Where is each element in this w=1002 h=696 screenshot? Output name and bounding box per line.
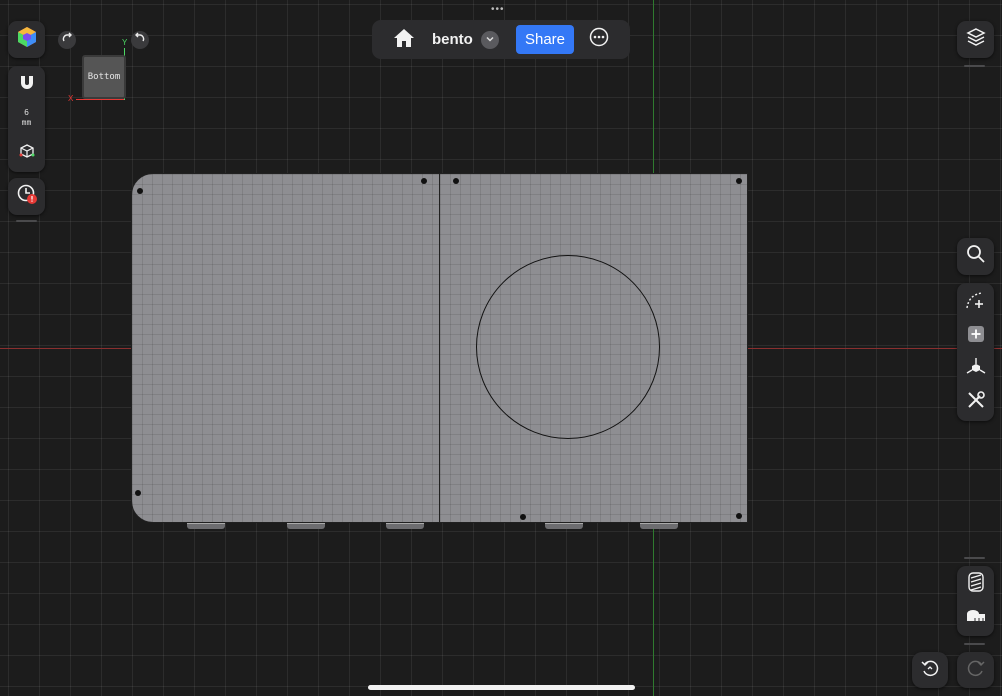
tools-button[interactable] (957, 386, 994, 418)
snap-value[interactable]: 6 (8, 108, 45, 118)
drag-handle-dots[interactable]: ••• (491, 4, 505, 15)
screw-hole (736, 513, 742, 519)
screw-hole (421, 178, 427, 184)
redo-button[interactable] (957, 652, 994, 688)
snap-toolbar: 6 mm (8, 66, 45, 172)
sketch-curve-icon (965, 290, 987, 315)
screw-hole (135, 490, 141, 496)
history-button[interactable] (8, 178, 45, 215)
snap-cube-button[interactable] (8, 140, 45, 166)
modeling-toolbar (957, 283, 994, 421)
add-primitive-button[interactable] (957, 320, 994, 352)
undo-button[interactable] (912, 652, 948, 688)
home-icon (393, 28, 415, 53)
viewcube-x-axis (76, 99, 124, 100)
history-clock-icon (16, 183, 38, 210)
toolbar-divider (964, 557, 985, 559)
chevron-down-icon (485, 31, 495, 49)
viewcube-face-label: Bottom (87, 72, 121, 82)
measure-tape-icon (965, 608, 987, 629)
more-options-button[interactable] (589, 27, 609, 52)
document-dropdown-button[interactable] (481, 31, 499, 49)
undo-icon (920, 658, 940, 683)
circle-cutout[interactable] (476, 255, 660, 439)
texture-icon (967, 571, 985, 597)
screw-hole (137, 188, 143, 194)
rotate-cw-button[interactable] (58, 31, 76, 49)
snap-unit: mm (21, 118, 32, 127)
toolbar-divider (16, 220, 37, 222)
measure-button[interactable] (957, 602, 994, 634)
magnet-icon (18, 74, 36, 97)
screw-hole (736, 178, 742, 184)
add-icon (967, 325, 985, 348)
model-foot (187, 523, 225, 529)
tools-icon (966, 390, 986, 415)
app-menu-button[interactable] (8, 21, 45, 58)
home-button[interactable] (392, 28, 416, 52)
layers-icon (965, 27, 986, 52)
share-button[interactable]: Share (516, 25, 574, 54)
viewcube[interactable]: Bottom (82, 55, 126, 99)
viewcube-x-label: X (68, 94, 74, 103)
model-plate-left[interactable] (131, 173, 440, 523)
more-icon (589, 27, 609, 52)
search-icon (966, 244, 986, 269)
document-name[interactable]: bento (432, 31, 473, 48)
toolbar-divider (964, 65, 985, 67)
home-indicator[interactable] (368, 685, 635, 690)
transform-button[interactable] (957, 353, 994, 385)
model-foot (640, 523, 678, 529)
transform-icon (966, 357, 986, 382)
screw-hole (520, 514, 526, 520)
rotate-ccw-button[interactable] (131, 31, 149, 49)
layers-button[interactable] (957, 21, 994, 58)
rotate-cw-icon (61, 31, 73, 49)
model-foot (545, 523, 583, 529)
search-button[interactable] (957, 238, 994, 275)
materials-toolbar (957, 566, 994, 636)
redo-icon (966, 658, 986, 683)
snap-cube-icon (19, 143, 35, 164)
texture-button[interactable] (957, 568, 994, 600)
viewcube-y-label: Y (122, 38, 128, 47)
rotate-ccw-icon (134, 31, 146, 49)
toolbar-divider (964, 643, 985, 645)
model-foot (287, 523, 325, 529)
magnet-snap-button[interactable] (8, 70, 45, 100)
app-cube-icon (16, 26, 38, 53)
sketch-button[interactable] (957, 286, 994, 318)
model-foot (386, 523, 424, 529)
top-bar: bento Share (372, 20, 630, 59)
screw-hole (453, 178, 459, 184)
